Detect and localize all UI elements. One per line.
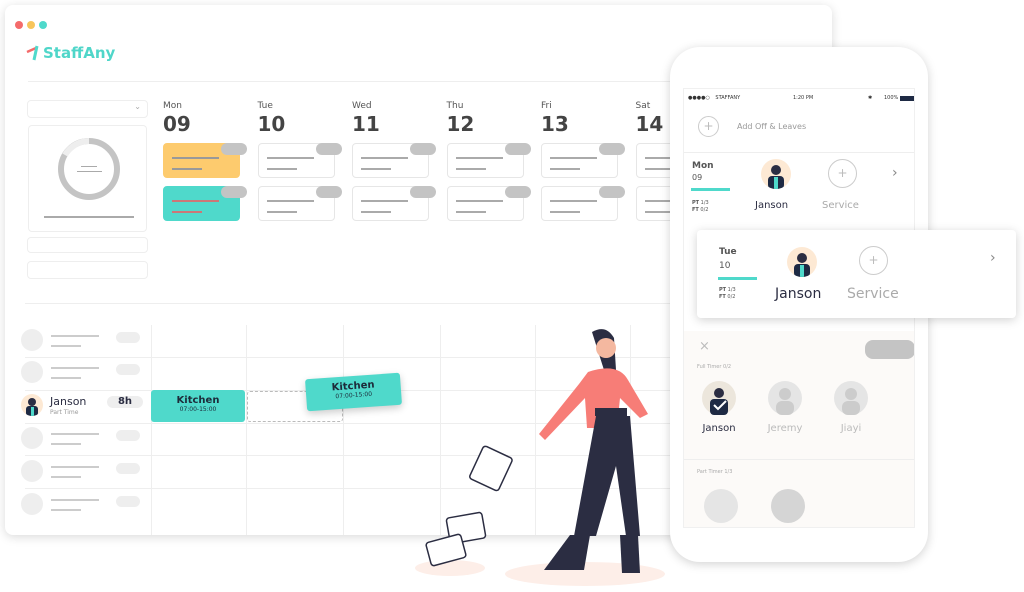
employee-select-avatar[interactable] [702, 381, 736, 415]
day-header[interactable]: Tue 10 [258, 101, 286, 136]
employee-select-name: Jiayi [840, 423, 862, 434]
dragging-shift-block[interactable]: Kitchen 07:00-15:00 [304, 372, 403, 412]
shift-card[interactable] [352, 143, 436, 178]
shift-card[interactable] [257, 143, 342, 178]
filter-dropdown[interactable]: ⌄ [27, 100, 148, 118]
shift-card[interactable] [541, 143, 625, 178]
employee-select-avatar[interactable] [768, 381, 802, 415]
close-window-button[interactable] [15, 21, 23, 29]
battery-icon [900, 96, 914, 101]
bluetooth-icon: ✱ [868, 95, 873, 101]
employee-avatar[interactable] [787, 247, 817, 277]
selected-day-card[interactable]: Tue 10 PT 1/3 FT 0/2 Janson + Service › [697, 230, 1016, 318]
progress-bar [691, 188, 730, 191]
sidebar-field[interactable] [27, 237, 148, 253]
employee-avatar [21, 394, 43, 416]
employee-avatar-placeholder [21, 493, 43, 515]
day-header[interactable]: Mon 09 [163, 101, 191, 136]
add-role-button[interactable]: + [828, 159, 857, 188]
employee-select-name: Jeremy [767, 423, 803, 434]
shift-card[interactable] [163, 143, 247, 178]
employee-name: Janson [50, 395, 87, 408]
shift-card[interactable] [352, 186, 436, 221]
add-off-button[interactable]: + [698, 116, 719, 137]
employee-type: Part Time [50, 409, 79, 416]
logo-icon [26, 45, 39, 61]
sidebar-field[interactable] [27, 261, 148, 279]
day-header[interactable]: Fri 13 [541, 101, 569, 136]
shift-card[interactable] [163, 186, 247, 221]
shift-card[interactable] [541, 186, 625, 221]
employee-avatar-placeholder [21, 427, 43, 449]
employee-select-name: Janson [702, 423, 736, 434]
add-role-button[interactable]: + [859, 246, 888, 275]
day-header[interactable]: Thu 12 [447, 101, 475, 136]
chevron-right-icon[interactable]: › [892, 165, 898, 181]
employee-select-avatar[interactable] [834, 381, 868, 415]
brand-name: StaffAny [43, 44, 116, 62]
progress-bar [718, 277, 757, 280]
shift-block[interactable]: Kitchen 07:00-15:00 [151, 390, 245, 422]
summary-card [28, 125, 147, 232]
hours-badge: 8h [107, 396, 143, 408]
shift-card[interactable] [446, 186, 531, 221]
shift-card[interactable] [257, 186, 342, 221]
logo: StaffAny [26, 44, 115, 62]
add-off-label[interactable]: Add Off & Leaves [737, 122, 806, 131]
status-bar: ●●●●○ STAFFANY 1:20 PM ✱ 100% [688, 95, 914, 101]
employee-avatar[interactable] [761, 159, 791, 189]
employee-avatar-placeholder [21, 329, 43, 351]
maximize-window-button[interactable] [39, 21, 47, 29]
chevron-down-icon: ⌄ [134, 102, 141, 111]
employee-avatar-placeholder [21, 361, 43, 383]
placeholder-line [44, 216, 134, 218]
assign-panel: × Full Timer 0/2 Janson Jeremy Jiayi Part … [684, 331, 914, 527]
chevron-right-icon[interactable]: › [990, 250, 996, 266]
confirm-button[interactable] [865, 340, 914, 359]
shift-card[interactable] [446, 143, 531, 178]
donut-chart-icon [58, 138, 120, 200]
woman-illustration [415, 329, 665, 586]
employee-avatar-placeholder [21, 460, 43, 482]
day-header[interactable]: Wed 11 [352, 101, 380, 136]
minimize-window-button[interactable] [27, 21, 35, 29]
day-header[interactable]: Sat 14 [636, 101, 664, 136]
close-icon[interactable]: × [699, 339, 710, 354]
